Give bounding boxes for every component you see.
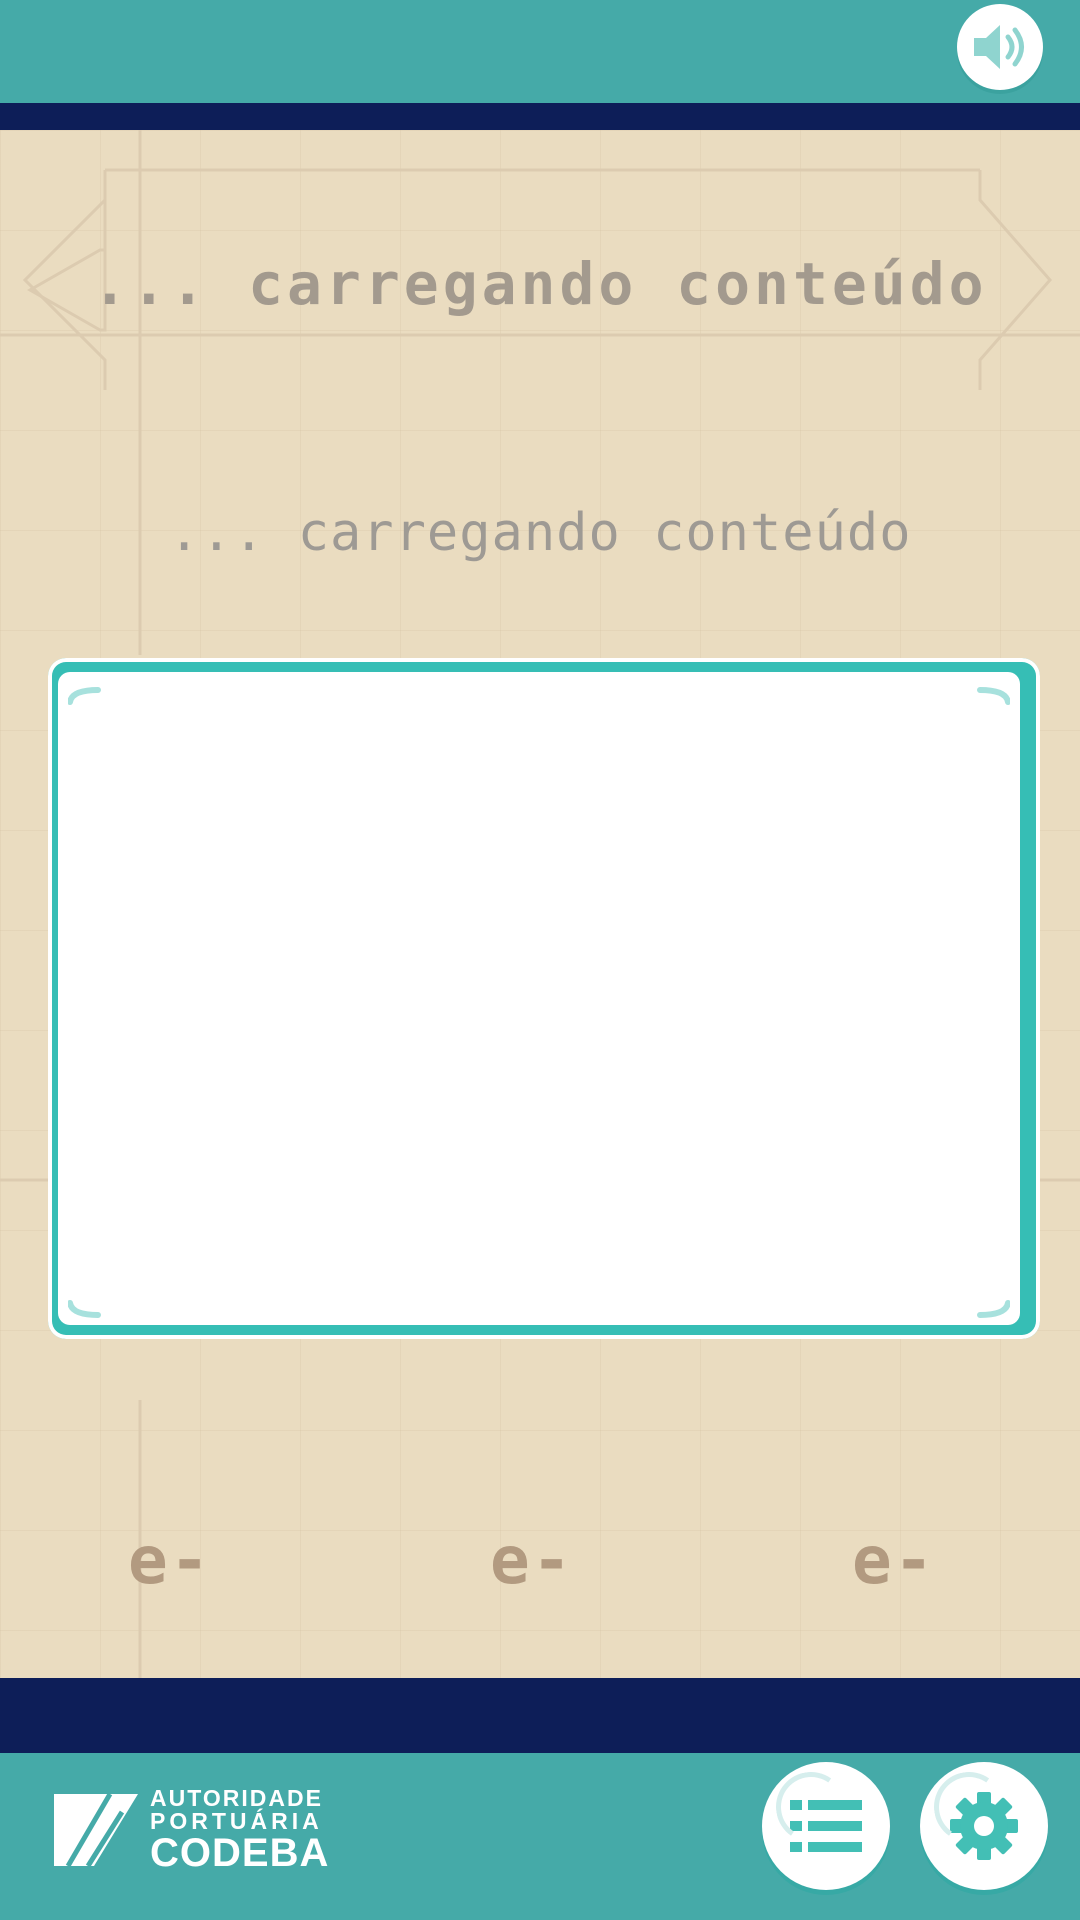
counter-middle: e-	[490, 1522, 574, 1599]
counter-left: e-	[128, 1522, 212, 1599]
corner-ornament-bottom-right	[977, 1300, 1010, 1318]
corner-ornament-top-left	[68, 687, 101, 705]
page-subtitle: ... carregando conteúdo	[168, 503, 912, 563]
settings-button[interactable]	[920, 1762, 1048, 1890]
content-area: ... carregando conteúdo ... carregando c…	[0, 130, 1080, 1678]
content-card	[48, 658, 1040, 1339]
sound-button[interactable]	[957, 4, 1043, 90]
top-bar	[0, 0, 1080, 103]
corner-ornament-top-right	[977, 687, 1010, 705]
speaker-icon	[974, 25, 1024, 69]
top-stripe	[0, 103, 1080, 130]
codeba-logo: AUTORIDADE PORTUÁRIA CODEBA	[50, 1785, 350, 1875]
codeba-logo-mark	[54, 1792, 138, 1868]
logo-line-1: AUTORIDADE	[150, 1785, 323, 1811]
logo-text: AUTORIDADE PORTUÁRIA CODEBA	[150, 1785, 330, 1875]
logo-line-3: CODEBA	[150, 1831, 330, 1875]
counter-right: e-	[852, 1522, 936, 1599]
counter-row: e- e- e-	[0, 1522, 1080, 1602]
page-title: ... carregando conteúdo	[92, 250, 988, 318]
logo-line-2: PORTUÁRIA	[150, 1808, 323, 1834]
corner-ornament-bottom-left	[68, 1300, 101, 1318]
menu-button[interactable]	[762, 1762, 890, 1890]
content-card-body	[58, 672, 1020, 1325]
bottom-stripe	[0, 1678, 1080, 1753]
